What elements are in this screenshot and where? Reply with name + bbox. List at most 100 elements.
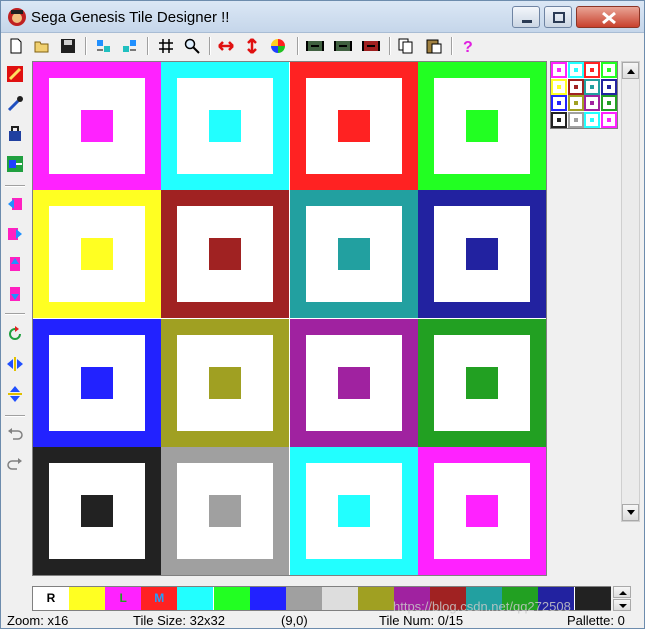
open-button[interactable] (31, 35, 53, 57)
left-toolbar-separator (5, 313, 25, 315)
flip-vertical-button[interactable] (241, 35, 263, 57)
picker-tile[interactable] (551, 111, 567, 128)
save-disk-icon (61, 39, 75, 53)
tile-canvas[interactable] (32, 61, 547, 576)
palette-swatch[interactable] (574, 587, 611, 610)
rotate-icon[interactable] (6, 325, 24, 343)
palette-swatch[interactable]: M (141, 587, 178, 610)
replace-color-icon[interactable] (6, 155, 24, 173)
picker-tile-center (606, 84, 611, 89)
window-title: Sega Genesis Tile Designer !! (31, 9, 230, 26)
palette-swatch[interactable] (321, 587, 358, 610)
tile-cell[interactable] (417, 318, 546, 447)
picker-tile[interactable] (600, 95, 617, 111)
picker-tile[interactable] (584, 95, 600, 111)
picker-tile-center (606, 68, 611, 72)
picker-tile[interactable] (551, 95, 567, 111)
picker-tile[interactable] (551, 78, 567, 95)
tile-cell[interactable] (161, 190, 290, 319)
tile-cell[interactable] (289, 190, 418, 319)
vertical-scrollbar[interactable] (621, 61, 640, 522)
minimize-button[interactable] (512, 6, 540, 28)
tile-cell[interactable] (417, 190, 546, 319)
tile-cell[interactable] (33, 446, 161, 575)
picker-tile-center (590, 68, 594, 72)
tile-cell[interactable] (33, 190, 161, 319)
tile-cell[interactable] (289, 446, 418, 575)
copy-button[interactable] (395, 35, 417, 57)
maximize-button[interactable] (544, 6, 572, 28)
chevron-down-icon (627, 510, 635, 515)
picker-tile-center (557, 101, 561, 105)
tile-copy-right-button[interactable] (359, 35, 381, 57)
picker-tile[interactable] (567, 62, 584, 78)
fill-bucket-icon[interactable] (6, 125, 24, 143)
picker-tile[interactable] (600, 111, 617, 128)
palette-swatch[interactable] (177, 587, 214, 610)
picker-tile-center (590, 101, 594, 105)
palette-down-button[interactable] (613, 599, 631, 611)
picker-tile[interactable] (584, 78, 600, 95)
palette-swatch[interactable]: L (105, 587, 142, 610)
palette-swatch[interactable] (213, 587, 250, 610)
tile-cell[interactable] (161, 62, 290, 190)
tile-cell[interactable] (417, 62, 546, 190)
paste-icon (426, 39, 442, 54)
tile-cell[interactable] (289, 318, 418, 447)
picker-tile[interactable] (584, 62, 600, 78)
redo-icon[interactable] (6, 455, 24, 473)
chevron-down-icon (619, 604, 627, 608)
zoom-button[interactable] (181, 35, 203, 57)
grid-button[interactable] (155, 35, 177, 57)
minimize-icon (522, 20, 532, 23)
export-tiles-icon (123, 40, 136, 52)
palette-swatch[interactable] (285, 587, 322, 610)
new-file-button[interactable] (5, 35, 27, 57)
undo-icon[interactable] (6, 425, 24, 443)
picker-tile[interactable] (600, 78, 617, 95)
tile-cell[interactable] (161, 318, 290, 447)
palette-swatch[interactable]: R (33, 587, 69, 610)
tile-cell[interactable] (33, 62, 161, 190)
picker-tile[interactable] (584, 111, 600, 128)
save-button[interactable] (57, 35, 79, 57)
tile-cell[interactable] (33, 318, 161, 447)
close-button[interactable] (576, 6, 640, 28)
shift-left-icon[interactable] (6, 195, 24, 213)
picker-tile[interactable] (567, 95, 584, 111)
eyedropper-icon[interactable] (6, 95, 24, 113)
picker-tile[interactable] (567, 111, 584, 128)
help-button[interactable]: ? (457, 35, 479, 57)
status-tile-num: Tile Num: 0/15 (379, 613, 464, 628)
palette-up-button[interactable] (613, 586, 631, 598)
tile-picker[interactable] (550, 61, 618, 129)
pencil-icon[interactable] (6, 65, 24, 83)
import-tiles-icon (97, 40, 110, 52)
picker-tile[interactable] (567, 78, 584, 95)
picker-tile-center (573, 68, 578, 72)
color-wheel-button[interactable] (267, 35, 289, 57)
palette-swatch[interactable] (69, 587, 106, 610)
shift-down-icon[interactable] (6, 285, 24, 303)
mirror-horizontal-icon[interactable] (6, 355, 24, 373)
picker-tile[interactable] (551, 62, 567, 78)
export-tiles-button[interactable] (119, 35, 141, 57)
tile-cell[interactable] (417, 446, 546, 575)
palette-swatch[interactable] (357, 587, 394, 610)
import-tiles-button[interactable] (93, 35, 115, 57)
palette-swatch[interactable] (249, 587, 286, 610)
title-bar[interactable]: Sega Genesis Tile Designer !! (1, 1, 644, 33)
scroll-down-button[interactable] (622, 504, 639, 521)
flip-horizontal-button[interactable] (215, 35, 237, 57)
tile-cell[interactable] (289, 62, 418, 190)
shift-right-icon[interactable] (6, 225, 24, 243)
tile-copy-left-button[interactable] (303, 35, 325, 57)
scroll-up-button[interactable] (622, 62, 639, 79)
tile-copy-mid-button[interactable] (331, 35, 353, 57)
shift-up-icon[interactable] (6, 255, 24, 273)
tile-cell[interactable] (161, 446, 290, 575)
paste-button[interactable] (423, 35, 445, 57)
palette-scroll[interactable] (613, 586, 631, 611)
picker-tile[interactable] (600, 62, 617, 78)
mirror-vertical-icon[interactable] (6, 385, 24, 403)
